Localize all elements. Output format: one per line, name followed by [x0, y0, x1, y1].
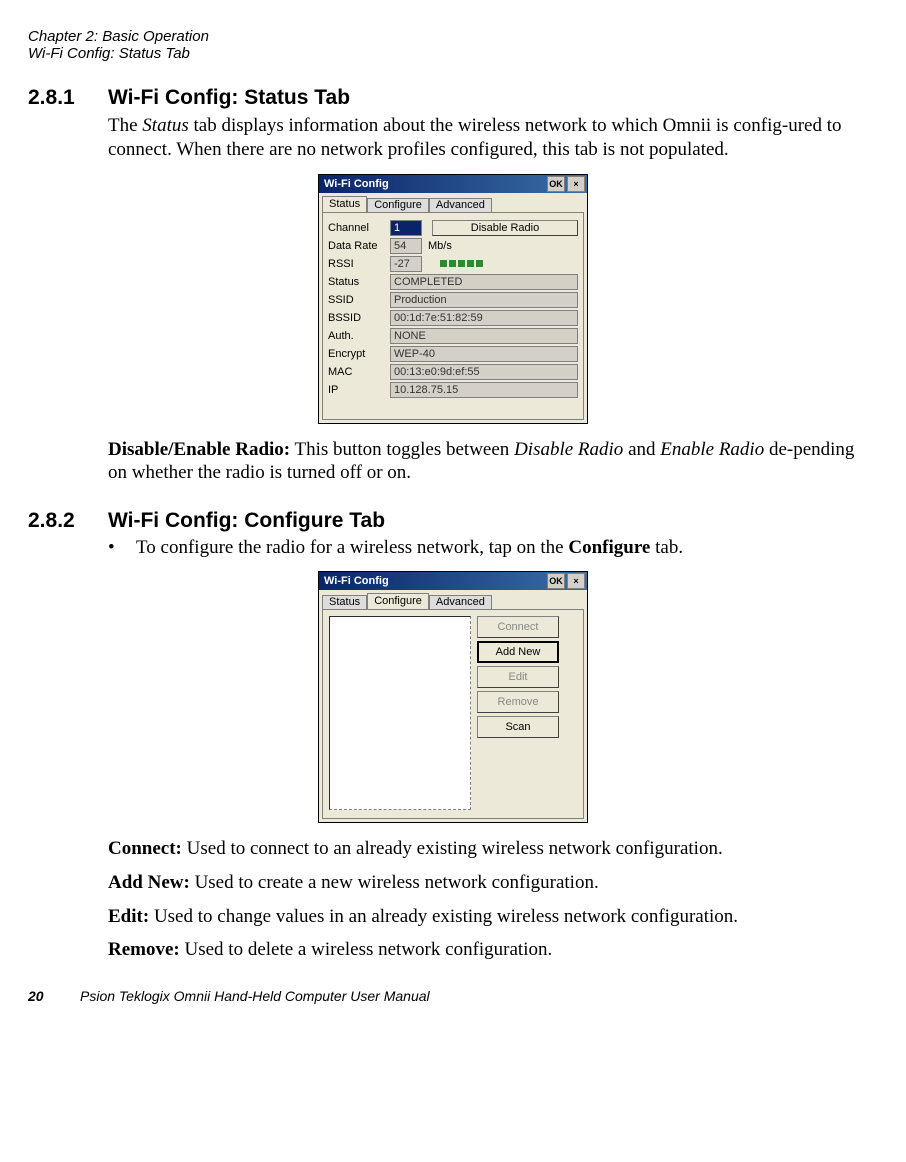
text: Used to create a new wireless network co…: [190, 872, 599, 893]
header-chapter: Chapter 2: Basic Operation: [28, 28, 878, 45]
scan-button[interactable]: Scan: [477, 716, 559, 738]
tab-advanced[interactable]: Advanced: [429, 198, 492, 212]
text-bold: Remove:: [108, 939, 180, 960]
section-number: 2.8.1: [28, 86, 108, 110]
titlebar: Wi-Fi Config OK ×: [319, 572, 587, 590]
value-auth: NONE: [390, 328, 578, 344]
label-ssid: SSID: [328, 294, 390, 306]
tab-configure[interactable]: Configure: [367, 593, 429, 609]
section-title: Wi-Fi Config: Configure Tab: [108, 509, 385, 533]
page-number: 20: [28, 988, 80, 1004]
unit-mbps: Mb/s: [428, 240, 452, 252]
remove-button[interactable]: Remove: [477, 691, 559, 713]
window-title: Wi-Fi Config: [321, 178, 545, 190]
value-encrypt: WEP-40: [390, 346, 578, 362]
text-bold: Disable/Enable Radio:: [108, 439, 290, 460]
titlebar: Wi-Fi Config OK ×: [319, 175, 587, 193]
para-disable-radio: Disable/Enable Radio: This button toggle…: [108, 438, 878, 486]
label-channel: Channel: [328, 222, 390, 234]
header-section: Wi-Fi Config: Status Tab: [28, 45, 878, 62]
value-ssid: Production: [390, 292, 578, 308]
section-number: 2.8.2: [28, 509, 108, 533]
para-status-intro: The Status tab displays information abou…: [108, 114, 878, 162]
value-status: COMPLETED: [390, 274, 578, 290]
text-bold: Edit:: [108, 906, 149, 927]
para-add-new: Add New: Used to create a new wireless n…: [108, 871, 878, 895]
value-mac: 00:13:e0:9d:ef:55: [390, 364, 578, 380]
para-remove: Remove: Used to delete a wireless networ…: [108, 938, 878, 962]
label-auth: Auth.: [328, 330, 390, 342]
bullet-icon: •: [108, 537, 136, 559]
ok-button[interactable]: OK: [547, 176, 565, 192]
text-italic: Disable Radio: [514, 439, 623, 460]
text: and: [623, 439, 660, 460]
para-edit: Edit: Used to change values in an alread…: [108, 905, 878, 929]
text: Used to connect to an already existing w…: [182, 838, 723, 859]
ok-button[interactable]: OK: [547, 573, 565, 589]
value-ip: 10.128.75.15: [390, 382, 578, 398]
label-mac: MAC: [328, 366, 390, 378]
text-bold: Configure: [568, 537, 650, 558]
label-status: Status: [328, 276, 390, 288]
para-connect: Connect: Used to connect to an already e…: [108, 837, 878, 861]
text-bold: Connect:: [108, 838, 182, 859]
text: Used to delete a wireless network config…: [180, 939, 553, 960]
add-new-button[interactable]: Add New: [477, 641, 559, 663]
text: This button toggles between: [290, 439, 514, 460]
tab-status[interactable]: Status: [322, 595, 367, 609]
close-button[interactable]: ×: [567, 176, 585, 192]
disable-radio-button[interactable]: Disable Radio: [432, 220, 578, 236]
label-datarate: Data Rate: [328, 240, 390, 252]
text: The: [108, 115, 142, 136]
label-bssid: BSSID: [328, 312, 390, 324]
text-italic: Enable Radio: [660, 439, 764, 460]
text-italic: Status: [142, 115, 188, 136]
label-ip: IP: [328, 384, 390, 396]
value-channel: 1: [390, 220, 422, 236]
text-bold: Add New:: [108, 872, 190, 893]
bullet-configure: • To configure the radio for a wireless …: [108, 537, 878, 559]
label-rssi: RSSI: [328, 258, 390, 270]
tab-status[interactable]: Status: [322, 196, 367, 212]
wifi-configure-window: Wi-Fi Config OK × Status Configure Advan…: [318, 571, 588, 823]
value-rssi: -27: [390, 256, 422, 272]
label-encrypt: Encrypt: [328, 348, 390, 360]
text: To configure the radio for a wireless ne…: [136, 537, 568, 558]
tab-advanced[interactable]: Advanced: [429, 595, 492, 609]
connect-button[interactable]: Connect: [477, 616, 559, 638]
close-button[interactable]: ×: [567, 573, 585, 589]
value-datarate: 54: [390, 238, 422, 254]
page-footer: 20 Psion Teklogix Omnii Hand-Held Comput…: [28, 988, 878, 1004]
signal-strength-icon: [440, 258, 485, 270]
wifi-status-window: Wi-Fi Config OK × Status Configure Advan…: [318, 174, 588, 424]
network-listbox[interactable]: [329, 616, 471, 810]
edit-button[interactable]: Edit: [477, 666, 559, 688]
text: tab displays information about the wirel…: [108, 115, 842, 160]
value-bssid: 00:1d:7e:51:82:59: [390, 310, 578, 326]
footer-text: Psion Teklogix Omnii Hand-Held Computer …: [80, 988, 430, 1004]
window-title: Wi-Fi Config: [321, 575, 545, 587]
tab-configure[interactable]: Configure: [367, 198, 429, 212]
text: tab.: [650, 537, 683, 558]
text: Used to change values in an already exis…: [149, 906, 738, 927]
section-title: Wi-Fi Config: Status Tab: [108, 86, 350, 110]
